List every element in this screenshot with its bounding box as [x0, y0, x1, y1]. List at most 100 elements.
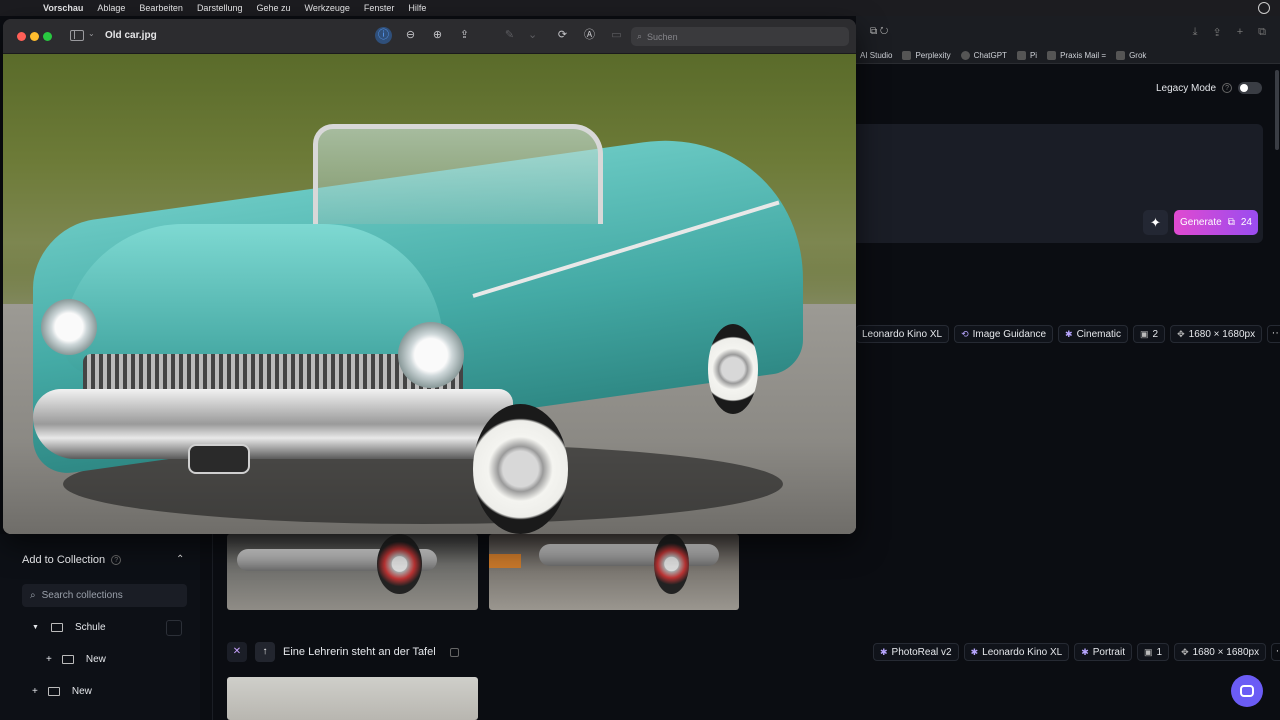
generated-image-thumbnail[interactable]	[227, 677, 478, 720]
generate-button[interactable]: Generate ⧉ 24	[1174, 210, 1258, 235]
tag-label: Cinematic	[1076, 328, 1122, 340]
fullscreen-window-button[interactable]	[43, 32, 52, 41]
sidebar-toggle-icon[interactable]	[70, 30, 84, 41]
bookmark-perplexity[interactable]: Perplexity	[902, 51, 951, 60]
bookmark-chatgpt[interactable]: ChatGPT	[960, 51, 1007, 60]
resize-icon: ✥	[1177, 328, 1185, 339]
tag-image-guidance[interactable]: ⟲ Image Guidance	[954, 325, 1054, 343]
tag-label: Leonardo Kino XL	[982, 646, 1063, 658]
tag-dimensions[interactable]: ✥ 1680 × 1680px	[1174, 643, 1267, 661]
tree-item-schule[interactable]: ▼ Schule	[32, 622, 106, 633]
wheel-shape	[654, 534, 689, 594]
tree-item-new-sub[interactable]: + New	[46, 654, 106, 665]
help-icon[interactable]: ?	[1222, 83, 1233, 93]
preview-titlebar: ⌄ Old car.jpg ⓘ ⊖ ⊕ ⇪ ✎ ⌄ ⟳ Ⓐ ▭ ⌕ Suchen	[3, 19, 856, 54]
prompt-text: Eine Lehrerin steht an der Tafel	[283, 646, 436, 658]
tag-label: 2	[1152, 328, 1159, 340]
window-title: Old car.jpg	[105, 30, 157, 41]
generated-image-thumbnail[interactable]	[227, 534, 478, 610]
menu-vorschau[interactable]: Vorschau	[36, 3, 90, 13]
menu-fenster[interactable]: Fenster	[357, 3, 402, 13]
bookmark-label: Perplexity	[915, 51, 951, 60]
preview-search-placeholder: Suchen	[647, 31, 678, 42]
tabs-overview-icon[interactable]: ⧉	[1258, 26, 1266, 39]
tag-dimensions[interactable]: ✥ 1680 × 1680px	[1170, 325, 1263, 343]
chat-icon	[1240, 685, 1254, 697]
chevron-up-icon[interactable]: ⌃	[176, 554, 184, 565]
tag-label: 1680 × 1680px	[1192, 646, 1260, 658]
bookmark-ai-studio[interactable]: AI Studio	[860, 51, 892, 60]
more-options-button[interactable]: ···	[1271, 643, 1280, 661]
generation-prompt-row: ✕ ↑ Eine Lehrerin steht an der Tafel	[227, 642, 459, 662]
page-scrollbar[interactable]	[1275, 70, 1279, 150]
tag-model[interactable]: Leonardo Kino XL	[856, 325, 950, 343]
tree-item-label: Schule	[74, 622, 106, 633]
upload-arrow-icon[interactable]: ↑	[255, 642, 275, 662]
tag-model[interactable]: ✱ Leonardo Kino XL	[963, 643, 1070, 661]
collection-checkbox[interactable]	[166, 620, 182, 636]
plus-icon[interactable]: +	[32, 686, 38, 697]
copy-icon[interactable]	[449, 647, 459, 657]
generation-tags-row-1: Leonardo Kino XL ⟲ Image Guidance ✱ Cinema…	[856, 325, 1280, 343]
help-icon[interactable]: ?	[111, 555, 122, 565]
bookmark-pi[interactable]: Pi	[1016, 51, 1037, 60]
form-icon[interactable]: ▭	[608, 27, 625, 44]
new-tab-icon[interactable]: +	[1237, 26, 1243, 39]
chevron-down-icon[interactable]: ⌄	[528, 27, 537, 44]
markup-icon[interactable]: ✎	[501, 27, 518, 44]
tree-item-new[interactable]: + New	[32, 686, 92, 697]
info-icon[interactable]: ⓘ	[375, 27, 392, 44]
zoom-out-icon[interactable]: ⊖	[402, 27, 419, 44]
tag-style[interactable]: ✱ Cinematic	[1058, 325, 1129, 343]
bookmark-label: Praxis Mail =	[1060, 51, 1107, 60]
images-icon: ▣	[1144, 646, 1153, 657]
car-front-tire	[473, 404, 568, 534]
more-options-button[interactable]: ···	[1267, 325, 1280, 343]
tab-controls-icon[interactable]: ⧉ ↻	[870, 26, 888, 37]
image-guidance-icon: ⟲	[961, 328, 969, 339]
share-icon[interactable]: ⇪	[1212, 26, 1221, 39]
plus-icon[interactable]: +	[46, 654, 52, 665]
menu-ablage[interactable]: Ablage	[90, 3, 132, 13]
rotate-icon[interactable]: ⟳	[554, 27, 571, 44]
preview-window: ⌄ Old car.jpg ⓘ ⊖ ⊕ ⇪ ✎ ⌄ ⟳ Ⓐ ▭ ⌕ Suchen	[3, 19, 856, 534]
menu-gehe-zu[interactable]: Gehe zu	[249, 3, 297, 13]
prompt-enhance-button[interactable]: ✦	[1143, 210, 1168, 235]
car-headlight	[41, 299, 97, 355]
tag-image-count[interactable]: ▣ 1	[1137, 643, 1170, 661]
annotate-icon[interactable]: Ⓐ	[581, 27, 598, 44]
zoom-in-icon[interactable]: ⊕	[429, 27, 446, 44]
share-icon[interactable]: ⇪	[456, 27, 473, 44]
bookmark-label: Grok	[1129, 51, 1147, 60]
collection-search-input[interactable]: ⌕ Search collections	[22, 584, 187, 607]
tag-preset[interactable]: ✱ PhotoReal v2	[873, 643, 959, 661]
car-hood	[63, 224, 443, 374]
pi-icon	[1016, 51, 1026, 60]
menu-hilfe[interactable]: Hilfe	[401, 3, 433, 13]
chevron-down-icon[interactable]: ⌄	[88, 29, 95, 38]
chevron-down-icon[interactable]: ▼	[32, 624, 39, 631]
download-icon[interactable]: ⤓	[1193, 26, 1198, 39]
collection-title: Add to Collection	[22, 554, 106, 566]
wheel-shape	[377, 534, 422, 594]
menu-werkzeuge[interactable]: Werkzeuge	[298, 3, 357, 13]
close-window-button[interactable]	[17, 32, 26, 41]
tag-style[interactable]: ✱ Portrait	[1074, 643, 1132, 661]
bookmark-praxis-mail[interactable]: Praxis Mail =	[1047, 51, 1106, 60]
minimize-window-button[interactable]	[30, 32, 39, 41]
grok-icon	[1116, 51, 1126, 60]
style-icon: ✱	[1065, 328, 1073, 339]
prompt-magic-icon[interactable]: ✕	[227, 642, 247, 662]
menu-bearbeiten[interactable]: Bearbeiten	[132, 3, 190, 13]
tag-image-count[interactable]: ▣ 2	[1133, 325, 1166, 343]
preview-search-input[interactable]: ⌕ Suchen	[631, 27, 849, 46]
car-bumper	[33, 389, 513, 459]
menu-darstellung[interactable]: Darstellung	[190, 3, 250, 13]
bookmark-label: AI Studio	[860, 51, 893, 60]
generated-image-thumbnail[interactable]	[489, 534, 739, 610]
bookmark-grok[interactable]: Grok	[1116, 51, 1146, 60]
control-center-icon[interactable]	[1258, 2, 1270, 14]
style-icon: ✱	[1081, 646, 1089, 657]
chat-support-button[interactable]	[1231, 675, 1263, 707]
legacy-mode-toggle[interactable]	[1238, 82, 1263, 94]
